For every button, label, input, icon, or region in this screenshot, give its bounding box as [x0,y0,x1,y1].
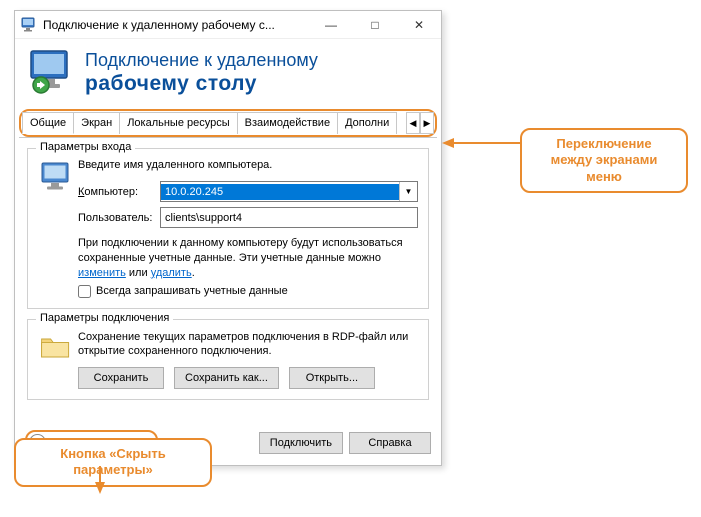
banner-title-line2: рабочему столу [85,71,318,96]
rdp-window: Подключение к удаленному рабочему с... —… [14,10,442,466]
banner-title-line1: Подключение к удаленному [85,50,318,72]
computer-combo[interactable]: ▼ [160,181,418,202]
save-button[interactable]: Сохранить [78,367,164,389]
delete-creds-link[interactable]: удалить [151,267,192,279]
computer-input[interactable] [161,184,399,200]
tabbar: Общие Экран Локальные ресурсы Взаимодейс… [22,112,434,134]
connection-desc: Сохранение текущих параметров подключени… [78,330,418,360]
always-ask-checkbox[interactable] [78,285,91,298]
open-button[interactable]: Открыть... [289,367,375,389]
save-as-button[interactable]: Сохранить как... [174,367,279,389]
banner: Подключение к удаленному рабочему столу [15,39,441,109]
login-groupbox: Параметры входа Введите имя удаленного к… [27,148,429,309]
login-intro: Введите имя удаленного компьютера. [78,159,418,171]
tabbar-highlight: Общие Экран Локальные ресурсы Взаимодейс… [19,109,437,137]
tab-advanced[interactable]: Дополни [337,112,397,134]
login-group-title: Параметры входа [36,141,135,153]
tab-display[interactable]: Экран [73,112,120,134]
tab-body: Параметры входа Введите имя удаленного к… [19,137,437,418]
user-label: Пользователь: [78,212,160,224]
saved-creds-text: При подключении к данному компьютеру буд… [78,236,418,281]
tab-scroll-left-button[interactable]: ◀ [406,112,420,134]
always-ask-row[interactable]: Всегда запрашивать учетные данные [78,285,418,298]
computer-label: Компьютер: [78,186,160,198]
computer-dropdown-button[interactable]: ▼ [399,182,417,201]
edit-creds-link[interactable]: изменить [78,267,126,279]
connection-group-title: Параметры подключения [36,312,173,324]
help-button[interactable]: Справка [349,432,431,454]
connect-button[interactable]: Подключить [259,432,343,454]
folder-icon [38,330,78,369]
tab-general[interactable]: Общие [22,112,74,134]
maximize-button[interactable]: □ [353,11,397,39]
close-button[interactable]: ✕ [397,11,441,39]
tab-scroll-right-button[interactable]: ▶ [420,112,434,134]
window-title: Подключение к удаленному рабочему с... [43,18,309,32]
connection-groupbox: Параметры подключения Сохранение текущих… [27,319,429,401]
callout-tabs: Переключение между экранами меню [520,128,688,193]
user-input[interactable] [160,207,418,228]
tab-experience[interactable]: Взаимодействие [237,112,338,134]
computer-icon [38,159,78,202]
callout-collapse: Кнопка «Скрыть параметры» [14,438,212,487]
titlebar: Подключение к удаленному рабочему с... —… [15,11,441,39]
arrow-tabs [442,133,522,156]
minimize-button[interactable]: — [309,11,353,39]
tab-local-resources[interactable]: Локальные ресурсы [119,112,237,134]
arrow-collapse [90,466,110,497]
rdp-logo-icon [29,49,77,97]
app-icon [21,17,37,33]
